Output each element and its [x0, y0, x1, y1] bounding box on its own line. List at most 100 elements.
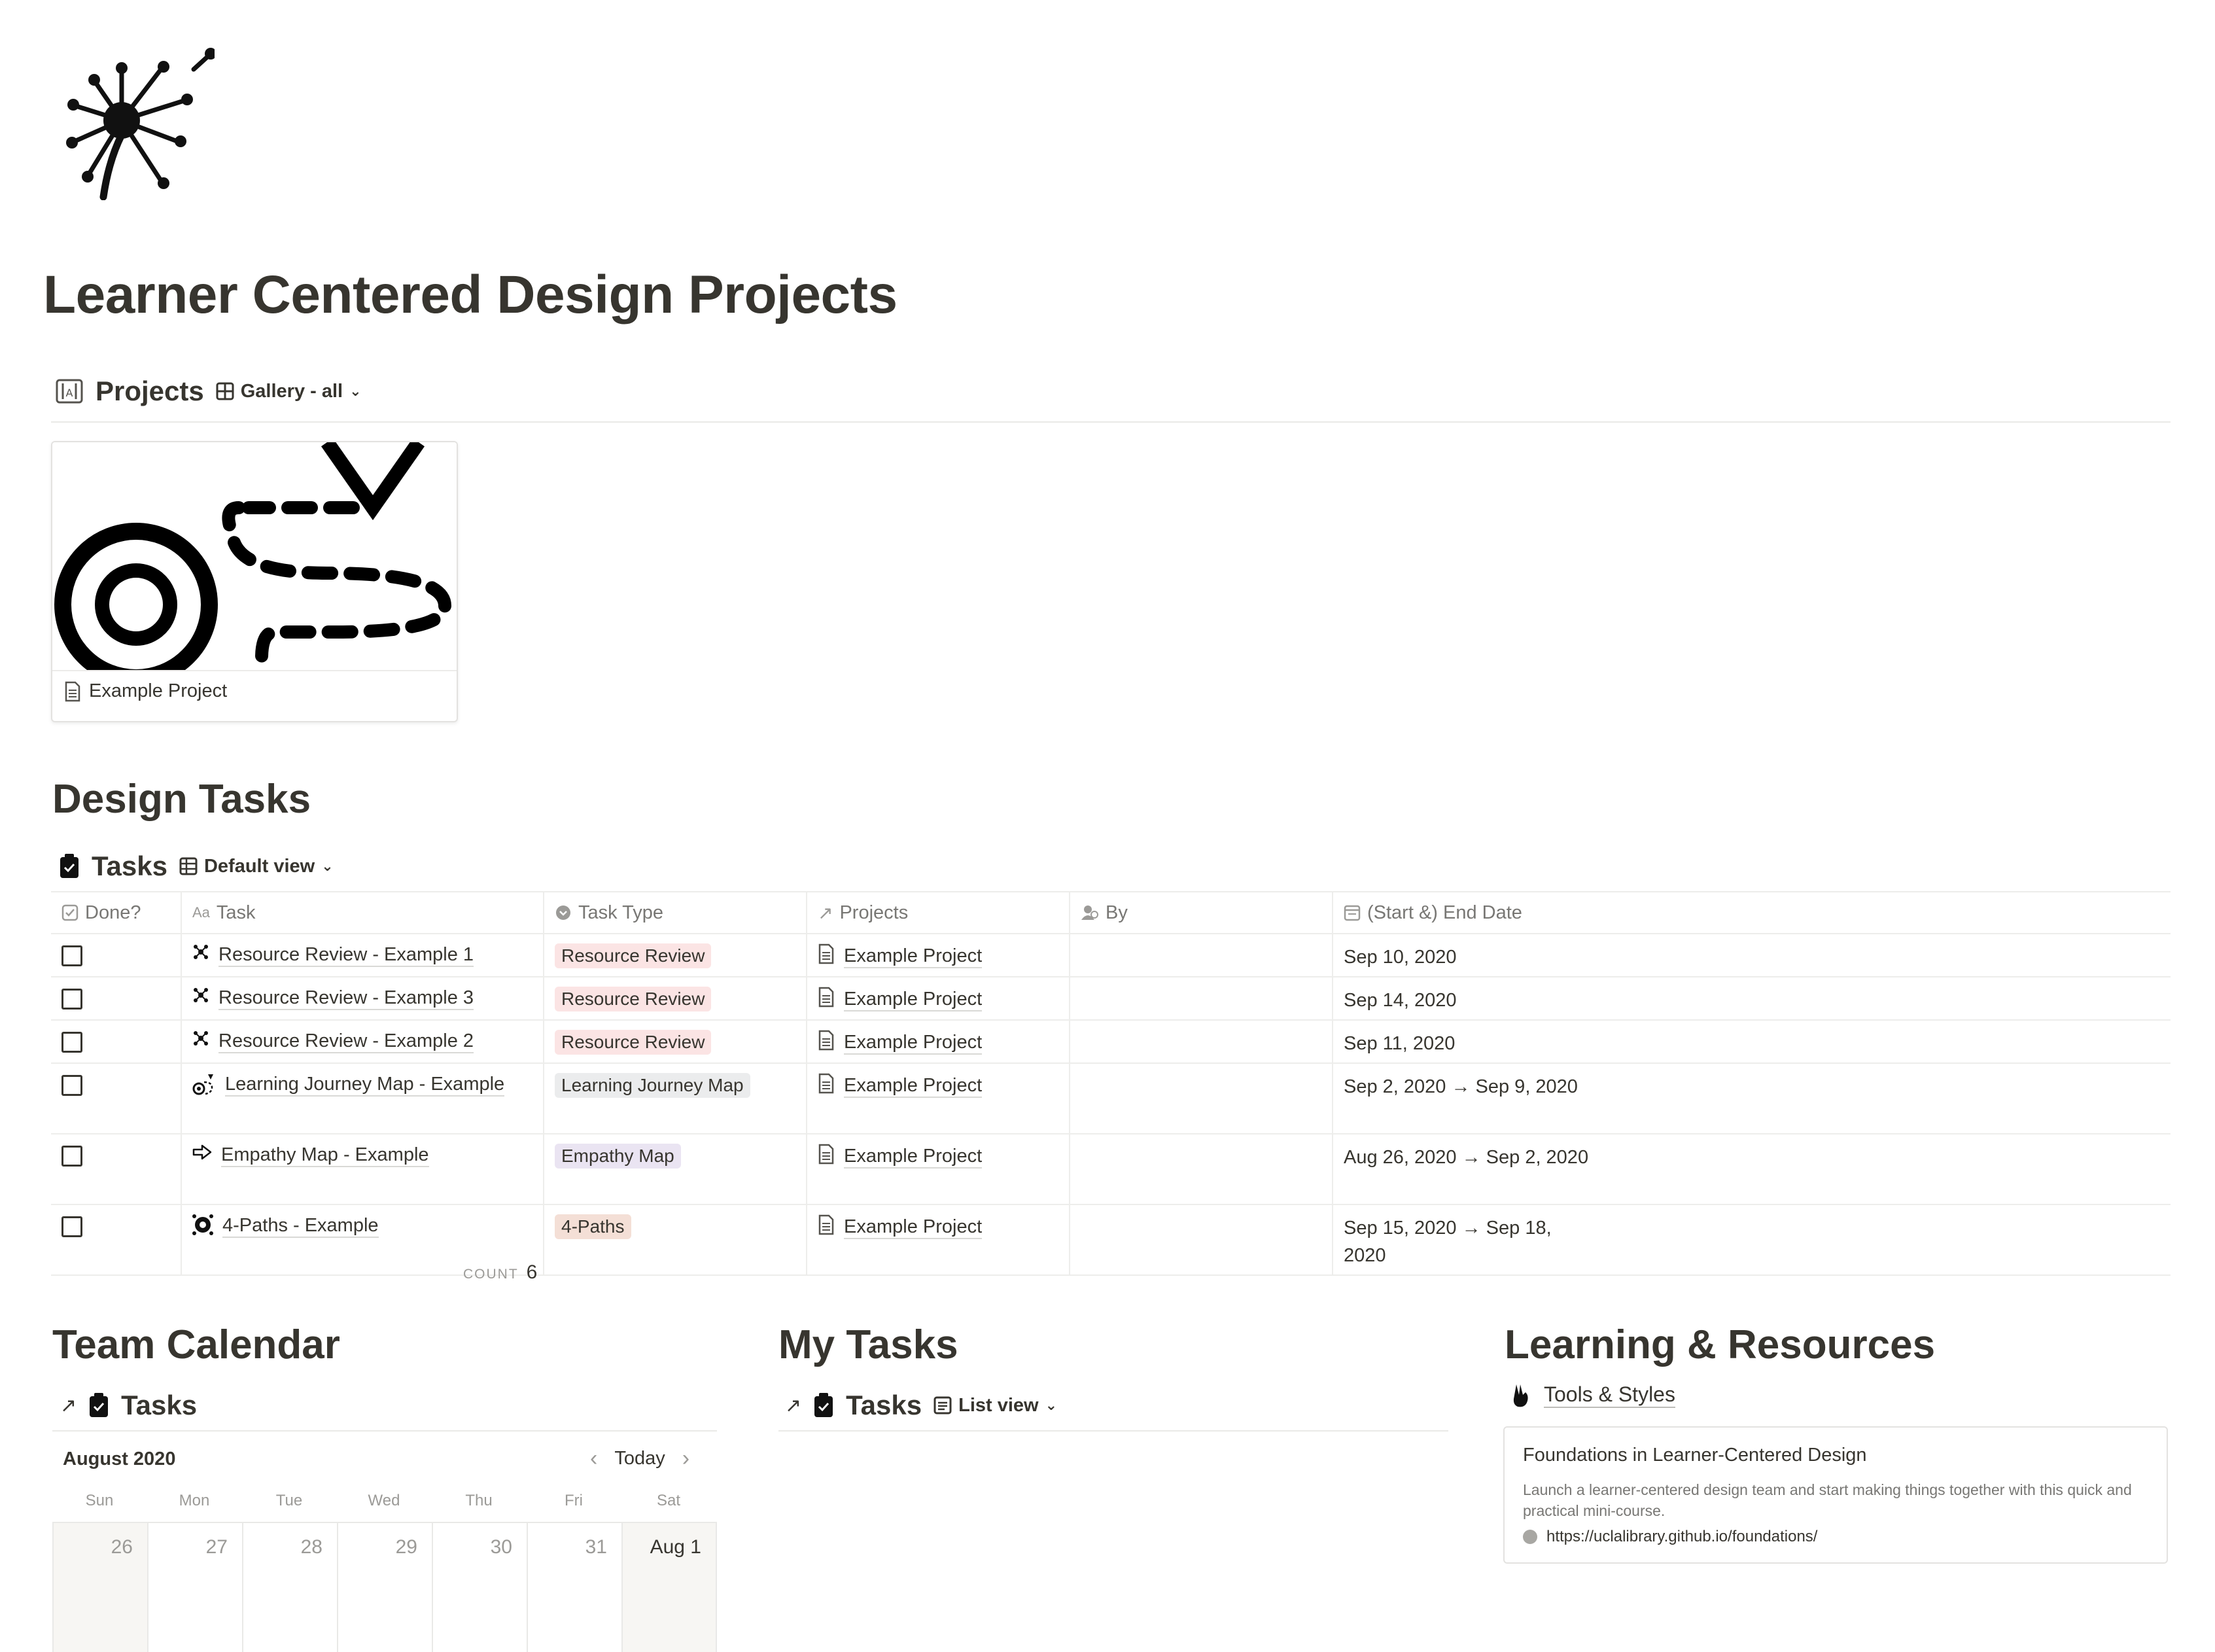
by-cell[interactable] — [1070, 1021, 1333, 1063]
weekday-label: Sun — [85, 1492, 114, 1509]
projects-cell[interactable]: Example Project — [807, 1021, 1070, 1063]
date-cell[interactable]: Sep 2, 2020 → Sep 9, 2020 — [1333, 1064, 2171, 1133]
projects-cell[interactable]: Example Project — [807, 977, 1070, 1019]
project-link[interactable]: Example Project — [844, 945, 983, 968]
column-header-end-date[interactable]: (Start &) End Date — [1333, 892, 2171, 933]
tools-styles-link[interactable]: Tools & Styles — [1511, 1382, 1675, 1408]
calendar-day-cell[interactable]: 29 — [337, 1523, 432, 1652]
done-checkbox[interactable] — [61, 945, 82, 966]
calendar-day-cell[interactable]: 26 — [52, 1523, 147, 1652]
task-type-cell[interactable]: Resource Review — [544, 934, 807, 976]
sparkle-icon — [192, 987, 209, 1009]
date-cell[interactable]: Sep 11, 2020 — [1333, 1021, 2171, 1063]
tasks-view-switcher[interactable]: Default view ⌄ — [179, 856, 334, 877]
by-cell[interactable] — [1070, 1134, 1333, 1204]
tasks-table: Done? Aa Task Task Type ↗ Projects By (S… — [51, 891, 2171, 1276]
date-cell[interactable]: Aug 26, 2020 → Sep 2, 2020 — [1333, 1134, 2171, 1204]
done-cell — [51, 934, 182, 976]
tasks-db-title[interactable]: Tasks — [92, 851, 167, 882]
calendar-month: August 2020 — [63, 1449, 176, 1469]
task-cell[interactable]: Resource Review - Example 2 — [182, 1021, 544, 1063]
done-cell — [51, 1064, 182, 1133]
task-name[interactable]: Resource Review - Example 3 — [218, 987, 474, 1010]
projects-db-title[interactable]: Projects — [96, 376, 204, 407]
task-cell[interactable]: Resource Review - Example 3 — [182, 977, 544, 1019]
by-cell[interactable] — [1070, 1205, 1333, 1274]
end-date: Aug 26, 2020 → Sep 2, 2020 — [1344, 1147, 1589, 1168]
done-checkbox[interactable] — [61, 989, 82, 1010]
projects-cell[interactable]: Example Project — [807, 1205, 1070, 1274]
task-name[interactable]: Learning Journey Map - Example — [225, 1073, 505, 1097]
task-name[interactable]: Resource Review - Example 1 — [218, 943, 474, 967]
date-cell[interactable]: Sep 15, 2020 → Sep 18, 2020 — [1333, 1205, 2171, 1274]
calendar-day-cell[interactable]: 30 — [432, 1523, 527, 1652]
end-date: Sep 14, 2020 — [1344, 990, 1457, 1011]
task-type-cell[interactable]: Resource Review — [544, 977, 807, 1019]
project-link[interactable]: Example Project — [844, 1145, 983, 1169]
done-checkbox[interactable] — [61, 1075, 82, 1096]
my-tasks-db-title[interactable]: Tasks — [846, 1390, 922, 1421]
end-date: Sep 10, 2020 — [1344, 947, 1457, 968]
weekday-label: Tue — [275, 1492, 303, 1509]
svg-text:A: A — [66, 387, 73, 399]
projects-cell[interactable]: Example Project — [807, 1064, 1070, 1133]
calendar-day-cell[interactable]: Aug 1 — [621, 1523, 717, 1652]
task-type-cell[interactable]: 4-Paths — [544, 1205, 807, 1274]
column-header-task-type[interactable]: Task Type — [544, 892, 807, 933]
project-link[interactable]: Example Project — [844, 988, 983, 1011]
done-checkbox[interactable] — [61, 1146, 82, 1167]
by-cell[interactable] — [1070, 1064, 1333, 1133]
weekday-label: Sat — [656, 1492, 681, 1509]
weekday-label: Fri — [565, 1492, 583, 1509]
end-date: Sep 2, 2020 → Sep 9, 2020 — [1344, 1076, 1578, 1097]
task-name[interactable]: 4-Paths - Example — [222, 1214, 379, 1238]
project-link[interactable]: Example Project — [844, 1031, 983, 1055]
task-name[interactable]: Empathy Map - Example — [221, 1144, 429, 1167]
chevron-left-icon[interactable]: ‹ — [590, 1446, 597, 1471]
column-header-task[interactable]: Aa Task — [182, 892, 544, 933]
calendar-db-title[interactable]: Tasks — [121, 1390, 197, 1421]
clipboard-check-icon — [90, 1393, 109, 1417]
project-link[interactable]: Example Project — [844, 1216, 983, 1239]
calendar-day-number: 29 — [395, 1536, 417, 1558]
done-cell — [51, 1134, 182, 1204]
task-type-cell[interactable]: Resource Review — [544, 1021, 807, 1063]
calendar-day-cell[interactable]: 31 — [527, 1523, 621, 1652]
projects-view-switcher[interactable]: Gallery - all ⌄ — [216, 381, 362, 402]
count-value: 6 — [526, 1261, 538, 1283]
date-cell[interactable]: Sep 14, 2020 — [1333, 977, 2171, 1019]
projects-cell[interactable]: Example Project — [807, 934, 1070, 976]
bookmark-card[interactable]: Foundations in Learner-Centered Design L… — [1503, 1426, 2168, 1564]
done-checkbox[interactable] — [61, 1216, 82, 1237]
task-cell[interactable]: Learning Journey Map - Example — [182, 1064, 544, 1133]
calendar-day-number: 26 — [111, 1536, 133, 1558]
done-checkbox[interactable] — [61, 1032, 82, 1053]
task-type-cell[interactable]: Learning Journey Map — [544, 1064, 807, 1133]
task-type-tag: Resource Review — [555, 1030, 712, 1055]
column-header-done[interactable]: Done? — [51, 892, 182, 933]
project-card-cover — [52, 442, 457, 671]
task-cell[interactable]: Resource Review - Example 1 — [182, 934, 544, 976]
hand-peace-icon — [1513, 1384, 1528, 1407]
project-card[interactable]: Example Project — [51, 441, 458, 722]
column-header-projects[interactable]: ↗ Projects — [807, 892, 1070, 933]
date-cell[interactable]: Sep 10, 2020 — [1333, 934, 2171, 976]
table-count[interactable]: COUNT 6 — [463, 1261, 537, 1284]
by-cell[interactable] — [1070, 977, 1333, 1019]
calendar-day-cell[interactable]: 28 — [242, 1523, 337, 1652]
column-header-by[interactable]: By — [1070, 892, 1333, 933]
calendar-day-cell[interactable]: 27 — [147, 1523, 242, 1652]
task-type-cell[interactable]: Empathy Map — [544, 1134, 807, 1204]
my-tasks-view-switcher[interactable]: List view ⌄ — [933, 1395, 1057, 1416]
task-type-tag: Resource Review — [555, 987, 712, 1011]
today-button[interactable]: Today — [614, 1448, 665, 1469]
calendar-day-number: 27 — [205, 1536, 228, 1558]
by-cell[interactable] — [1070, 934, 1333, 976]
task-name[interactable]: Resource Review - Example 2 — [218, 1030, 474, 1053]
journey-icon — [192, 1073, 216, 1102]
bookmark-url: https://uclalibrary.github.io/foundation… — [1523, 1528, 2148, 1546]
task-cell[interactable]: Empathy Map - Example — [182, 1134, 544, 1204]
chevron-right-icon[interactable]: › — [682, 1446, 689, 1471]
project-link[interactable]: Example Project — [844, 1074, 983, 1098]
projects-cell[interactable]: Example Project — [807, 1134, 1070, 1204]
